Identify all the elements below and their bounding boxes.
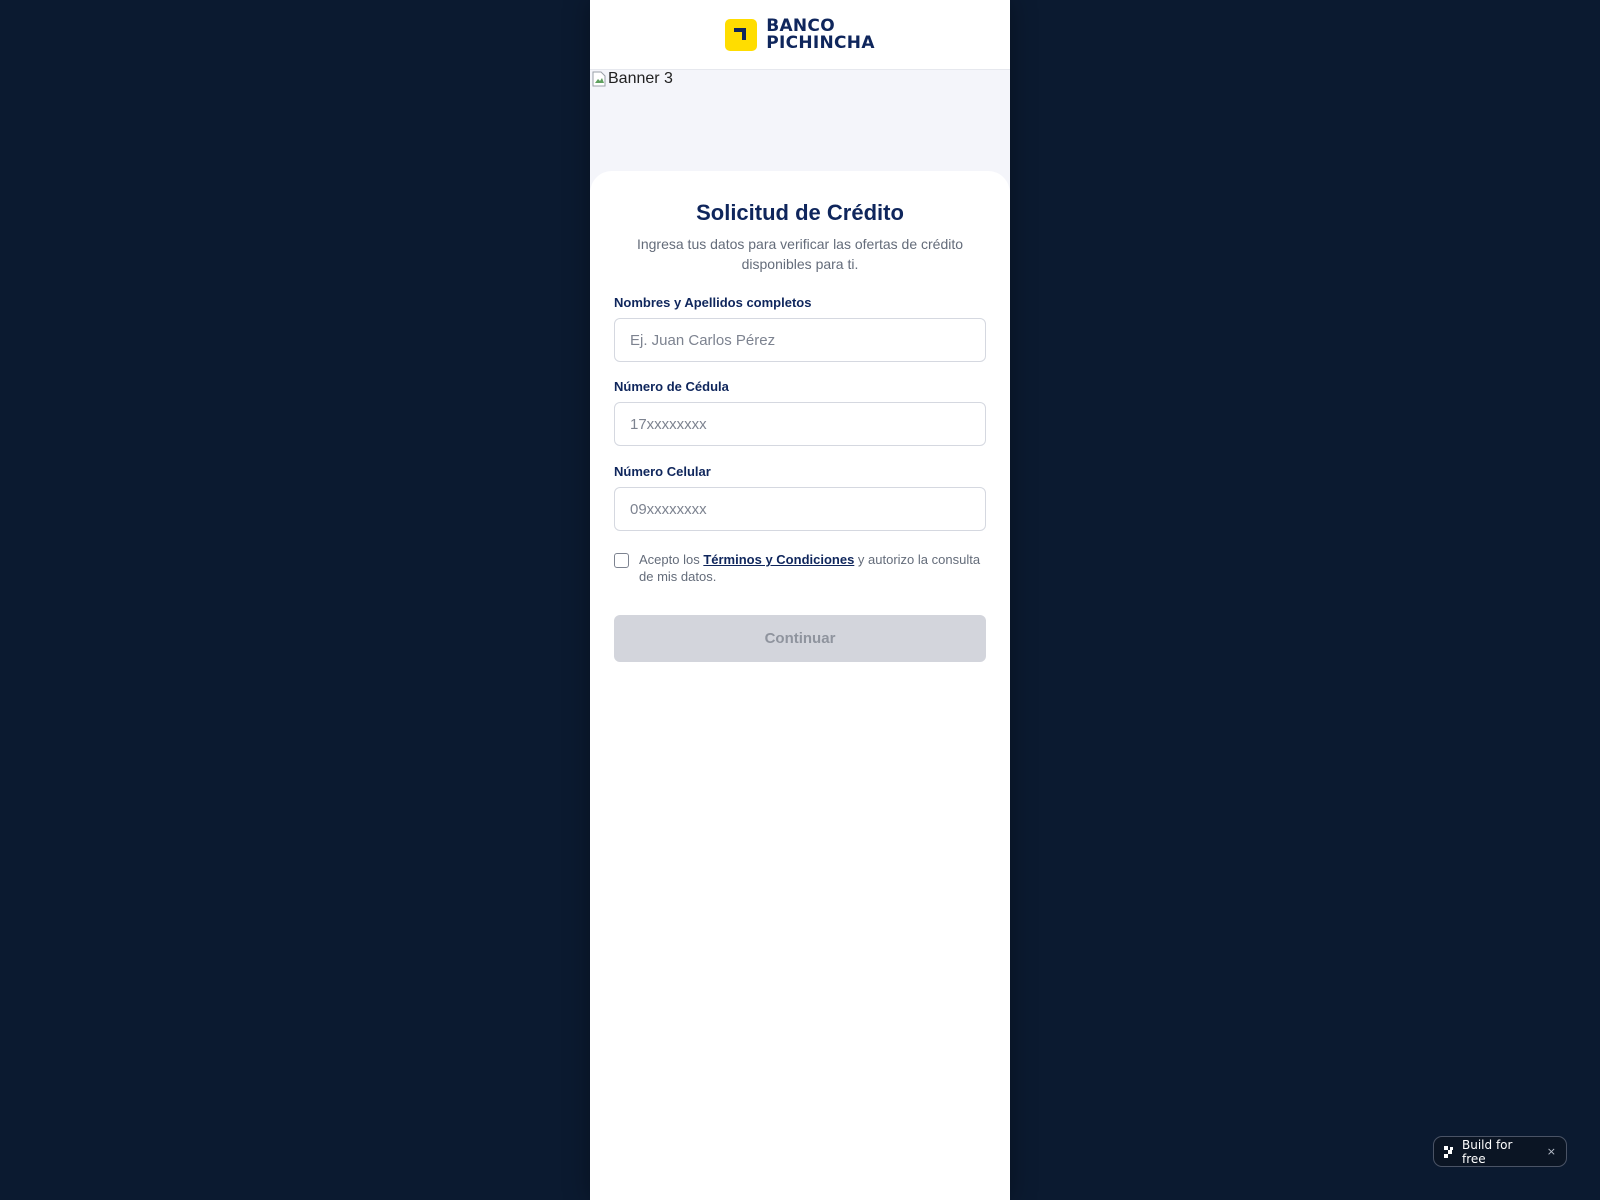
logo-line-1: BANCO <box>766 15 835 36</box>
builder-logo-icon <box>1444 1145 1453 1158</box>
bank-logo-wordmark: BANCO PICHINCHA <box>766 15 875 53</box>
phone-field: Número Celular <box>614 464 986 531</box>
banner-image: Banner 3 <box>592 70 673 88</box>
full-name-label: Nombres y Apellidos completos <box>614 295 812 310</box>
app-window: BANCO PICHINCHA Banner 3 Solicitud de Cr… <box>590 0 1010 1200</box>
credit-form-card: Solicitud de Crédito Ingresa tus datos p… <box>590 171 1010 1200</box>
bank-logo: BANCO PICHINCHA <box>725 15 875 53</box>
header: BANCO PICHINCHA <box>590 0 1010 70</box>
build-for-free-badge[interactable]: Build for free × <box>1433 1136 1567 1167</box>
terms-link[interactable]: Términos y Condiciones <box>703 552 854 567</box>
phone-input[interactable] <box>614 487 986 531</box>
form-title: Solicitud de Crédito <box>696 200 904 225</box>
cedula-input[interactable] <box>614 402 986 446</box>
form-subtitle: Ingresa tus datos para verificar las ofe… <box>636 236 964 272</box>
terms-prefix: Acepto los <box>639 552 704 567</box>
terms-text: Acepto los Términos y Condiciones y auto… <box>639 551 986 585</box>
cedula-field: Número de Cédula <box>614 379 986 446</box>
continue-button[interactable]: Continuar <box>614 615 986 662</box>
phone-label: Número Celular <box>614 464 711 479</box>
terms-checkbox[interactable] <box>614 553 629 568</box>
terms-consent: Acepto los Términos y Condiciones y auto… <box>614 551 986 585</box>
banner-alt-text: Banner 3 <box>608 70 673 87</box>
broken-image-icon <box>592 71 606 87</box>
cedula-label: Número de Cédula <box>614 379 729 394</box>
bank-logo-icon <box>725 18 758 51</box>
full-name-field: Nombres y Apellidos completos <box>614 295 986 362</box>
logo-line-2: PICHINCHA <box>766 32 875 53</box>
full-name-input[interactable] <box>614 318 986 362</box>
close-icon[interactable]: × <box>1547 1145 1556 1158</box>
build-for-free-label: Build for free <box>1462 1137 1513 1166</box>
